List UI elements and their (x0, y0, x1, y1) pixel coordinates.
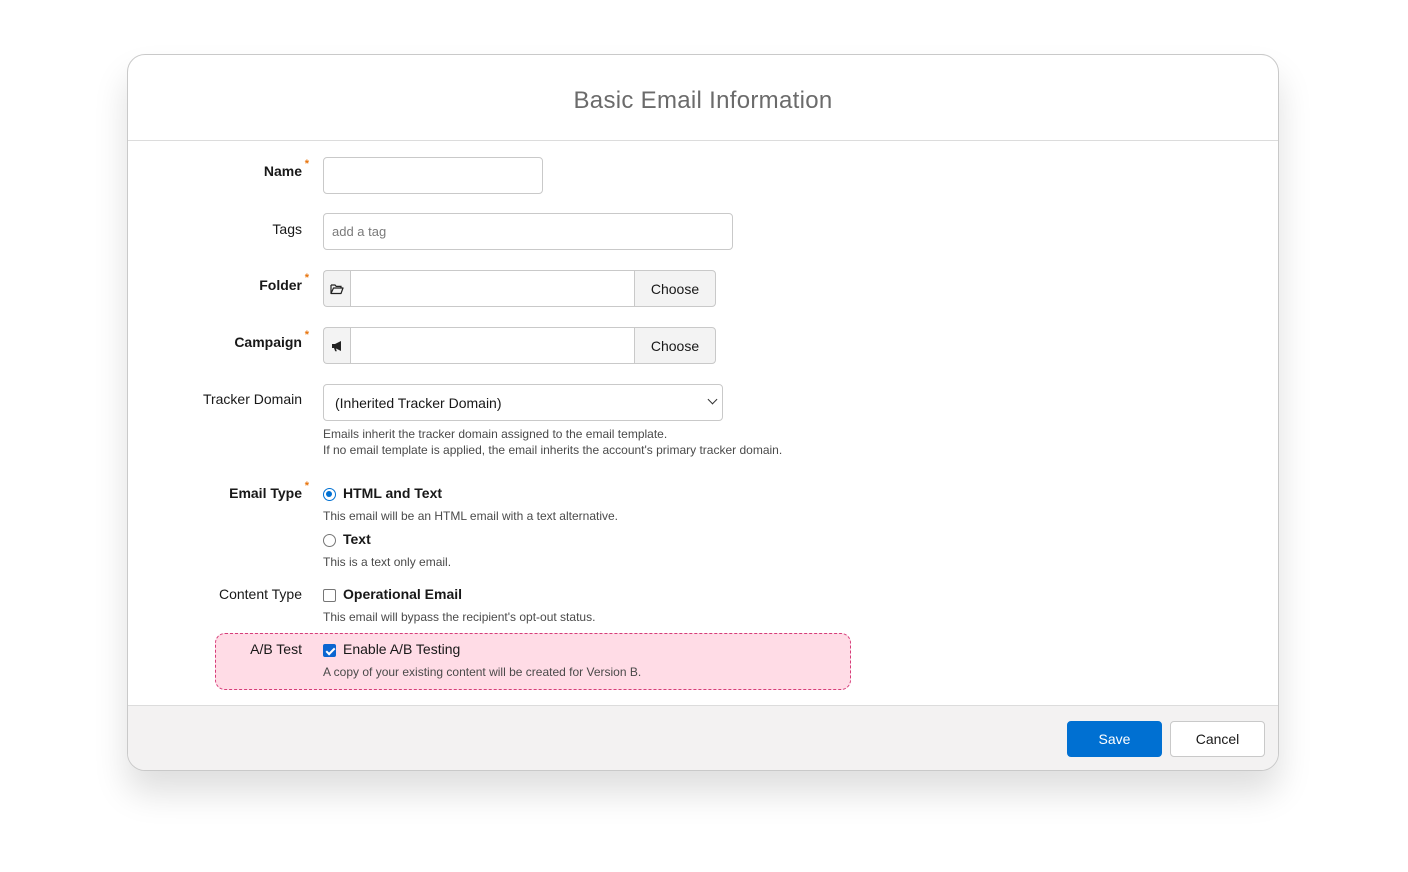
tracker-domain-help-2: If no email template is applied, the ema… (323, 443, 783, 457)
content-type-label: Content Type (218, 586, 302, 602)
name-input[interactable] (323, 157, 543, 194)
campaign-input[interactable] (350, 327, 634, 364)
required-marker: * (304, 158, 309, 170)
save-button[interactable]: Save (1067, 721, 1162, 757)
dialog-title: Basic Email Information (573, 86, 833, 114)
email-type-text-help: This is a text only email. (323, 555, 452, 569)
email-type-html-label[interactable]: HTML and Text (343, 485, 442, 501)
tracker-domain-label: Tracker Domain (202, 391, 302, 407)
folder-label: Folder * (259, 272, 309, 293)
folder-input[interactable] (350, 270, 634, 307)
dialog-footer: Save Cancel (128, 705, 1278, 770)
campaign-choose-button[interactable]: Choose (634, 327, 716, 364)
email-type-html-radio[interactable] (323, 488, 336, 501)
campaign-label: Campaign * (234, 329, 309, 350)
email-type-text-label[interactable]: Text (343, 531, 371, 547)
tags-input[interactable] (323, 213, 733, 250)
ab-test-highlight (215, 633, 851, 690)
campaign-picker: Choose (323, 327, 716, 364)
operational-email-checkbox[interactable] (323, 589, 336, 602)
email-type-label: Email Type * (229, 480, 309, 501)
tags-label: Tags (272, 221, 302, 237)
megaphone-icon (323, 327, 350, 364)
operational-email-label[interactable]: Operational Email (343, 586, 462, 602)
basic-email-information-dialog: Basic Email Information Name* Tags Folde… (127, 54, 1279, 771)
tracker-domain-selected-value: (Inherited Tracker Domain) (335, 394, 502, 411)
tracker-domain-select[interactable]: (Inherited Tracker Domain) (323, 384, 723, 421)
enable-ab-testing-help: A copy of your existing content will be … (323, 665, 642, 679)
folder-choose-button[interactable]: Choose (634, 270, 716, 307)
email-type-html-help: This email will be an HTML email with a … (323, 509, 618, 523)
enable-ab-testing-checkbox[interactable] (323, 644, 336, 657)
operational-email-help: This email will bypass the recipient's o… (323, 610, 596, 624)
required-marker: * (304, 480, 309, 492)
email-type-text-radio[interactable] (323, 534, 336, 547)
cancel-button[interactable]: Cancel (1170, 721, 1265, 757)
required-marker: * (304, 329, 309, 341)
folder-open-icon (323, 270, 350, 307)
chevron-down-icon (707, 394, 718, 405)
name-label: Name * (263, 158, 309, 179)
enable-ab-testing-label[interactable]: Enable A/B Testing (343, 641, 460, 657)
dialog-header: Basic Email Information (128, 55, 1278, 141)
tracker-domain-help-1: Emails inherit the tracker domain assign… (323, 427, 668, 441)
folder-picker: Choose (323, 270, 716, 307)
ab-test-label: A/B Test (250, 641, 302, 657)
required-marker: * (304, 272, 309, 284)
